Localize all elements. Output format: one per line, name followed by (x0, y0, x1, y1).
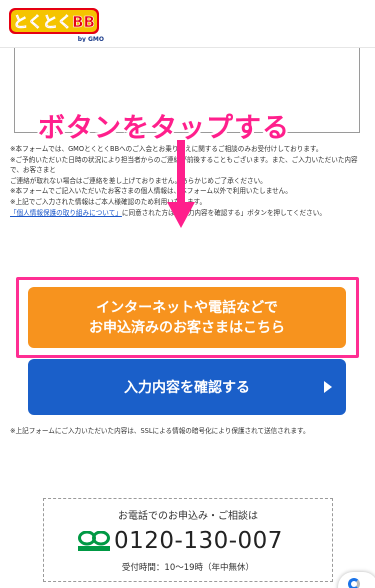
existing-customer-button[interactable]: インターネットや電話などで お申込済みのお客さまはこちら (28, 287, 346, 348)
recaptcha-badge[interactable] (338, 572, 375, 588)
ssl-note: ※上記フォームにご入力いただいた内容は、SSLによる情報の暗号化により保護されて… (10, 427, 310, 435)
confirm-input-button[interactable]: 入力内容を確認する (28, 359, 346, 415)
phone-row[interactable]: 0120-130-007 (78, 527, 283, 555)
logo-graphic: とくとくBB by GMO (9, 8, 104, 42)
play-arrow-icon (324, 381, 332, 393)
svg-text:by GMO: by GMO (78, 36, 104, 42)
note-text: に同意された方は「入力内容を確認する」ボタンを押してください。 (121, 208, 326, 217)
privacy-policy-link[interactable]: 「個人情報保護の取り組みについて」 (10, 209, 122, 217)
business-hours: 受付時間：10〜19時（年中無休） (121, 563, 255, 573)
site-header: とくとくBB by GMO (0, 0, 375, 48)
phone-contact-box: お電話でのお申込み・ご相談は 0120-130-007 受付時間：10〜19時（… (43, 498, 333, 582)
form-page: ※本フォームでは、GMOとくとくBBへのご入会とお乗り換えに関するご相談のみお受… (0, 48, 375, 588)
phone-number[interactable]: 0120-130-007 (114, 528, 283, 554)
existing-button-label: お申込済みのお客さまはこちら (89, 319, 285, 336)
tokutoku-bb-logo[interactable]: とくとくBB by GMO (8, 6, 106, 42)
svg-text:とくとくBB: とくとくBB (13, 13, 95, 31)
existing-button-label: インターネットや電話などで (96, 299, 278, 316)
freedial-icon (78, 531, 110, 551)
confirm-button-label: 入力内容を確認する (124, 380, 250, 396)
recaptcha-icon (348, 578, 360, 588)
down-arrow-icon (167, 140, 195, 228)
contact-title: お電話でのお申込み・ご相談は (118, 511, 258, 522)
